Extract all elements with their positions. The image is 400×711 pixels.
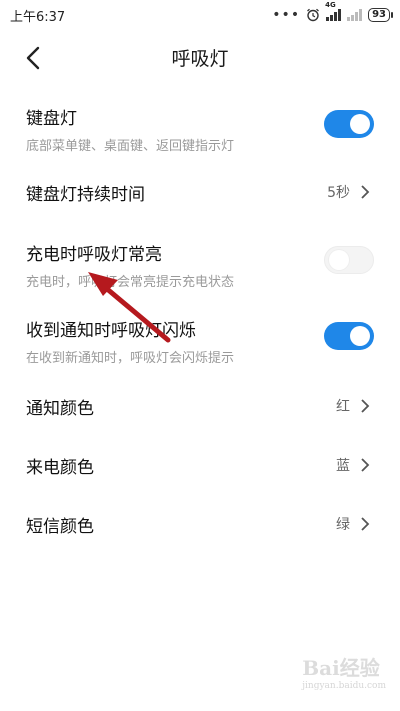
setting-title: 充电时呼吸灯常亮 xyxy=(26,245,162,265)
more-dots-icon: ••• xyxy=(272,7,301,23)
setting-keyboard-light[interactable]: 键盘灯 底部菜单键、桌面键、返回键指示灯 xyxy=(0,104,400,164)
setting-title: 收到通知时呼吸灯闪烁 xyxy=(26,321,196,341)
watermark-brand2: 经验 xyxy=(339,656,380,680)
setting-sms-color[interactable]: 短信颜色 绿 xyxy=(0,512,400,542)
setting-title: 短信颜色 xyxy=(26,517,94,537)
setting-value: 绿 xyxy=(336,517,350,533)
setting-title: 通知颜色 xyxy=(26,399,94,419)
setting-keyboard-light-duration[interactable]: 键盘灯持续时间 5秒 xyxy=(0,180,400,210)
chevron-right-icon xyxy=(361,517,370,531)
setting-value: 5秒 xyxy=(327,185,350,201)
cellular-signal-2-icon xyxy=(347,9,363,21)
status-time: 上午6:37 xyxy=(10,9,66,25)
setting-charging-light[interactable]: 充电时呼吸灯常亮 充电时，呼吸灯会常亮提示充电状态 xyxy=(0,240,400,300)
battery-icon: 93 xyxy=(368,8,393,22)
setting-title: 来电颜色 xyxy=(26,458,94,478)
toggle-knob xyxy=(329,250,349,270)
setting-subtitle: 在收到新通知时，呼吸灯会闪烁提示 xyxy=(26,351,235,366)
page-title: 呼吸灯 xyxy=(171,48,229,70)
network-type: 4G xyxy=(325,1,336,9)
setting-subtitle: 底部菜单键、桌面键、返回键指示灯 xyxy=(26,139,235,154)
chevron-right-icon xyxy=(361,185,370,199)
toggle-knob xyxy=(350,114,370,134)
setting-title: 键盘灯持续时间 xyxy=(26,185,145,205)
alarm-icon xyxy=(307,8,320,22)
header: 呼吸灯 xyxy=(0,30,400,86)
keyboard-light-toggle[interactable] xyxy=(324,110,374,138)
setting-notification-blink[interactable]: 收到通知时呼吸灯闪烁 在收到新通知时，呼吸灯会闪烁提示 xyxy=(0,316,400,376)
setting-notification-color[interactable]: 通知颜色 红 xyxy=(0,394,400,424)
chevron-right-icon xyxy=(361,399,370,413)
setting-title: 键盘灯 xyxy=(26,109,77,129)
setting-value-group: 红 xyxy=(336,396,370,416)
setting-value: 红 xyxy=(336,399,350,415)
watermark-site: jingyan.baidu.com xyxy=(302,681,386,691)
chevron-right-icon xyxy=(361,458,370,472)
status-icons: ••• 4G 93 xyxy=(272,1,393,23)
setting-value-group: 蓝 xyxy=(336,455,370,475)
setting-call-color[interactable]: 来电颜色 蓝 xyxy=(0,453,400,483)
toggle-knob xyxy=(350,326,370,346)
setting-value-group: 5秒 xyxy=(327,182,370,202)
status-bar: 上午6:37 ••• 4G 93 xyxy=(0,0,400,30)
watermark-brand: Bai xyxy=(302,656,340,680)
charging-light-toggle[interactable] xyxy=(324,246,374,274)
setting-subtitle: 充电时，呼吸灯会常亮提示充电状态 xyxy=(26,275,235,290)
setting-value: 蓝 xyxy=(336,458,350,474)
setting-value-group: 绿 xyxy=(336,514,370,534)
baidu-watermark: Bai经验 jingyan.baidu.com xyxy=(302,652,386,691)
cellular-signal-icon: 4G xyxy=(325,1,342,21)
notification-blink-toggle[interactable] xyxy=(324,322,374,350)
